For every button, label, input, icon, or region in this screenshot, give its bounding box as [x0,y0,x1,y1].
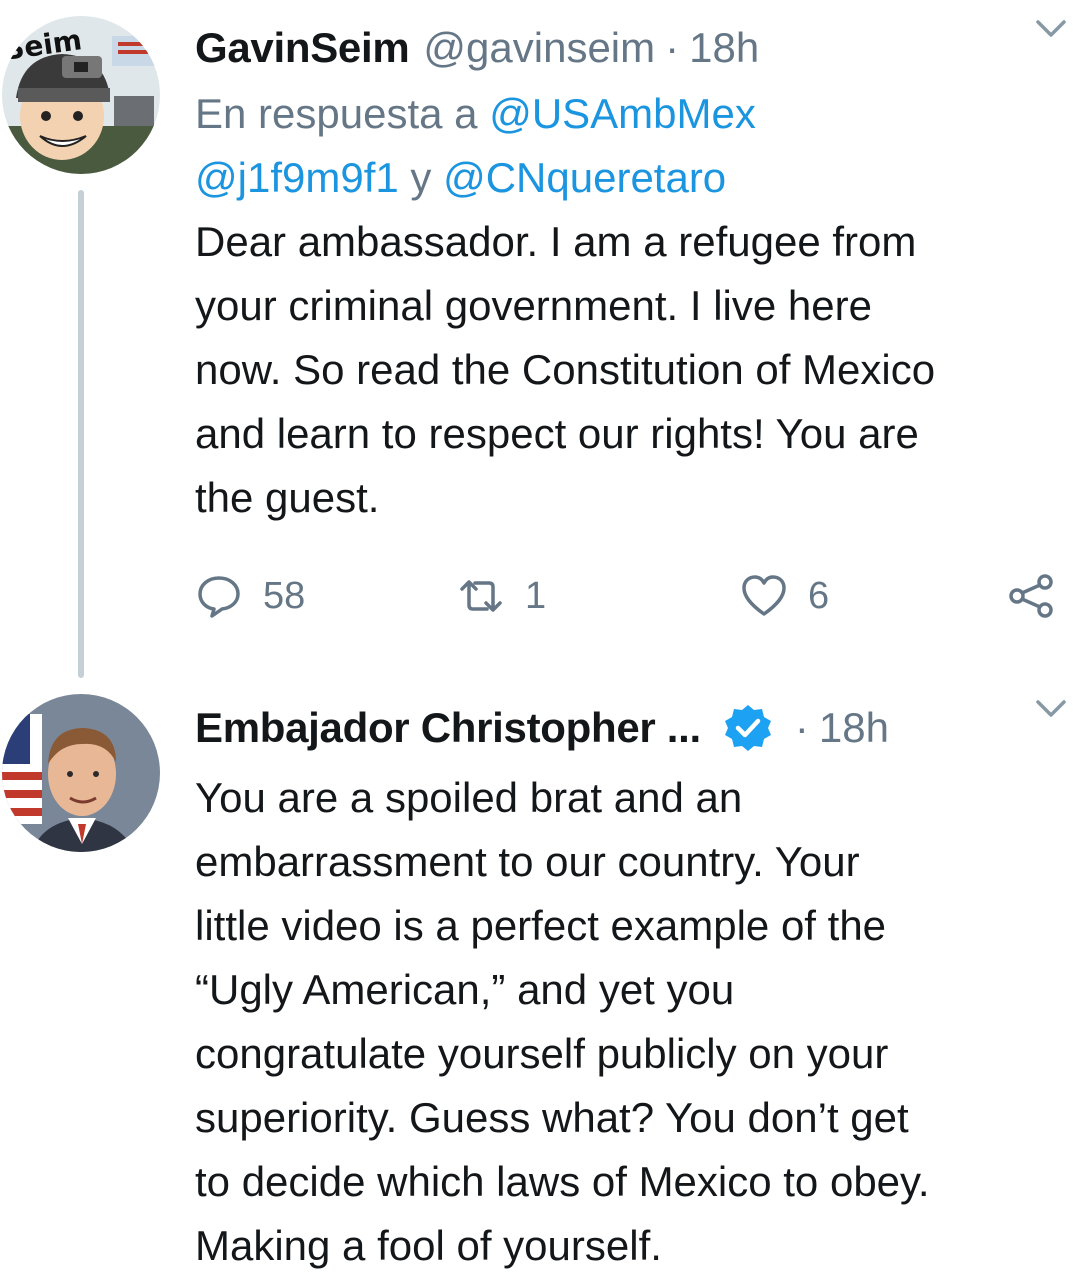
tweet-text: Dear ambassador. I am a refugee from you… [195,210,1040,530]
timestamp[interactable]: 18h [689,24,759,72]
reply-button[interactable]: 58 [195,566,305,626]
tweet-text-line: the guest. [195,474,380,521]
tweet-text-line: to decide which laws of Mexico to obey. [195,1158,930,1205]
tweet-actions: 58 1 6 [195,566,1065,626]
avatar-photo-image [2,694,160,852]
tweet-text-line: superiority. Guess what? You don’t get [195,1094,909,1141]
tweet-text-line: and learn to respect our rights! You are [195,410,919,457]
tweet-text-line: “Ugly American,” and yet you [195,966,735,1013]
user-handle[interactable]: @gavinseim [423,24,655,72]
like-button[interactable]: 6 [740,566,829,626]
tweet-header: GavinSeim @gavinseim · 18h [195,20,1040,76]
display-name[interactable]: GavinSeim [195,24,410,72]
avatar-cartoon-image: Seim [2,16,160,174]
retweet-button[interactable]: 1 [457,566,546,626]
reply-conjunction: y [410,154,432,201]
tweet-text-line: little video is a perfect example of the [195,902,887,949]
mention-link[interactable]: @CNqueretaro [443,154,726,201]
tweet-text-line: Making a fool of yourself. [195,1222,662,1269]
tweet-text-line: You are a spoiled brat and an [195,774,743,821]
tweet-text-line: now. So read the Constitution of Mexico [195,346,936,393]
reply-context: En respuesta a @USAmbMex @j1f9m9f1 y @CN… [195,82,1040,210]
display-name[interactable]: Embajador Christopher ... [195,704,701,752]
chevron-down-icon[interactable] [1030,688,1072,730]
tweet-header: Embajador Christopher ... · 18h [195,700,1040,756]
tweet[interactable]: Seim GavinSeim @gavinseim · 18h En respu… [0,0,1080,680]
mention-link[interactable]: @j1f9m9f1 [195,154,399,201]
mention-link[interactable]: @USAmbMex [489,90,756,137]
timestamp[interactable]: 18h [819,704,889,752]
reply-prefix: En respuesta a [195,90,478,137]
tweet[interactable]: Embajador Christopher ... · 18h You are … [0,680,1080,1279]
share-button[interactable] [1007,566,1055,626]
verified-badge-icon [724,705,771,751]
tweet-text-line: congratulate yourself publicly on your [195,1030,889,1077]
reply-icon [198,576,240,618]
chevron-down-icon[interactable] [1030,8,1072,50]
tweet-text-line: your criminal government. I live here [195,282,872,329]
retweet-icon [460,580,502,612]
tweet-text: You are a spoiled brat and an embarrassm… [195,766,1040,1278]
reply-count: 58 [263,574,306,617]
heart-icon [742,575,786,616]
avatar[interactable] [2,694,160,852]
tweet-text-line: Dear ambassador. I am a refugee from [195,218,917,265]
tweet-content: GavinSeim @gavinseim · 18h En respuesta … [195,20,1040,530]
tweet-text-line: embarrassment to our country. Your [195,838,860,885]
avatar[interactable]: Seim [2,16,160,174]
retweet-count: 1 [525,574,547,617]
tweet-content: Embajador Christopher ... · 18h You are … [195,700,1040,1278]
separator-dot: · [665,24,680,71]
share-icon [1009,574,1053,618]
thread-connector-line [78,190,84,678]
separator-dot: · [794,704,809,751]
like-count: 6 [808,574,830,617]
